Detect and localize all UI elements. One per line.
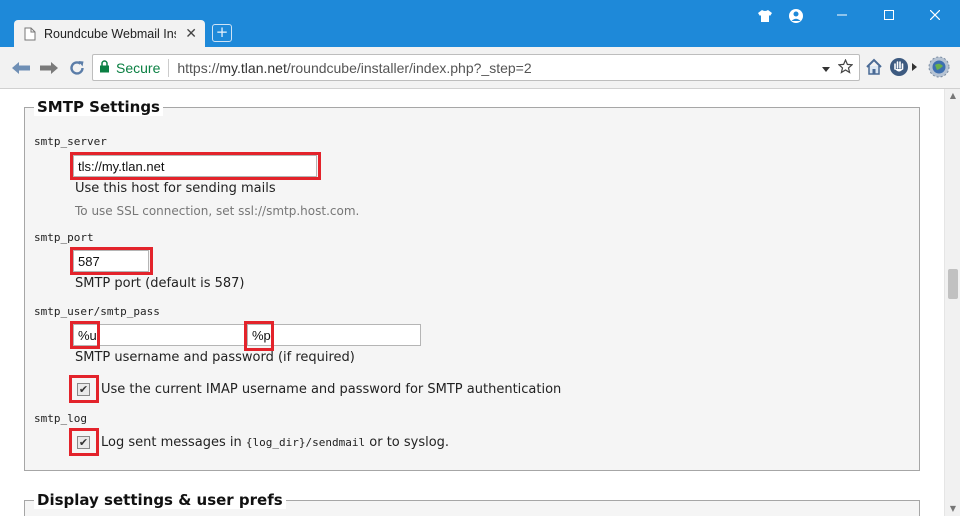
url-scheme: https:// [177, 59, 220, 76]
minimize-icon[interactable] [819, 0, 865, 30]
dropdown-arrow-icon[interactable] [822, 61, 830, 75]
new-tab-button[interactable]: + [212, 24, 232, 42]
smtp-settings-section: SMTP Settings smtp_server tls://my.tlan.… [24, 98, 920, 471]
smtp-log-highlight [69, 428, 99, 456]
smtp-server-highlight [70, 152, 321, 180]
omnibox-actions [822, 58, 854, 77]
log-text-after: or to syslog. [365, 435, 450, 450]
scroll-down-arrow-icon[interactable]: ▼ [945, 502, 960, 516]
hand-extension-icon[interactable] [888, 56, 910, 78]
star-icon[interactable] [837, 58, 854, 77]
smtp-port-label: smtp_port [34, 231, 94, 244]
address-separator [168, 58, 170, 77]
globe-settings-icon[interactable] [928, 56, 950, 78]
tab-title: Roundcube Webmail Inst [44, 26, 176, 41]
smtp-port-hint: SMTP port (default is 587) [75, 276, 245, 291]
url-text: https://my.tlan.net/roundcube/installer/… [177, 60, 531, 76]
imap-auth-label: Use the current IMAP username and passwo… [101, 382, 562, 397]
smtp-log-description: Log sent messages in {log_dir}/sendmail … [101, 435, 449, 450]
browser-title-bar: Roundcube Webmail Inst ✕ + [0, 0, 960, 47]
reload-icon[interactable] [66, 57, 88, 79]
back-arrow-icon[interactable] [10, 57, 32, 79]
close-window-icon[interactable] [912, 0, 958, 30]
maximize-icon[interactable] [866, 0, 912, 30]
page-scrollbar[interactable]: ▲ ▼ [944, 89, 960, 516]
log-dir-code: {log_dir}/sendmail [245, 436, 366, 449]
smtp-server-subhint: To use SSL connection, set ssl://smtp.ho… [75, 204, 360, 218]
forward-arrow-icon[interactable] [38, 57, 60, 79]
smtp-user-highlight [70, 321, 100, 349]
smtp-server-label: smtp_server [34, 135, 107, 148]
browser-tab[interactable]: Roundcube Webmail Inst ✕ [14, 20, 205, 47]
home-icon[interactable] [863, 56, 885, 78]
smtp-log-label: smtp_log [34, 412, 87, 425]
log-text-before: Log sent messages in [101, 435, 246, 450]
smtp-pass-highlight [244, 321, 274, 351]
secure-label: Secure [116, 59, 161, 76]
imap-auth-highlight [69, 375, 99, 403]
address-bar[interactable]: Secure https://my.tlan.net/roundcube/ins… [92, 54, 860, 81]
extension-menu-arrow-icon[interactable] [909, 56, 919, 78]
close-tab-icon[interactable]: ✕ [185, 26, 197, 42]
scroll-thumb[interactable] [948, 269, 958, 299]
smtp-port-highlight [70, 247, 153, 275]
smtp-userpass-label: smtp_user/smtp_pass [34, 305, 160, 318]
shirt-icon[interactable] [755, 6, 775, 26]
smtp-server-hint: Use this host for sending mails [75, 181, 276, 196]
url-path: /roundcube/installer/index.php?_step=2 [286, 59, 532, 76]
browser-toolbar: Secure https://my.tlan.net/roundcube/ins… [0, 47, 960, 89]
profile-icon[interactable] [786, 6, 806, 26]
smtp-settings-legend: SMTP Settings [34, 98, 163, 116]
page-viewport: SMTP Settings smtp_server tls://my.tlan.… [0, 89, 944, 516]
url-host: my.tlan.net [219, 59, 287, 76]
display-settings-legend: Display settings & user prefs [34, 491, 286, 509]
display-settings-section: Display settings & user prefs [24, 491, 920, 516]
lock-icon [99, 58, 110, 77]
smtp-userpass-hint: SMTP username and password (if required) [75, 350, 355, 365]
document-icon [22, 26, 38, 42]
scroll-up-arrow-icon[interactable]: ▲ [945, 89, 960, 103]
